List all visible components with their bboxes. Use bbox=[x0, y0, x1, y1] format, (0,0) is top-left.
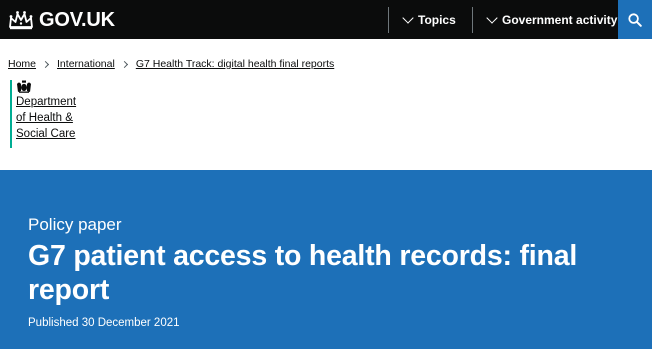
chevron-right-icon bbox=[41, 60, 50, 68]
organisation-name-line[interactable]: Department bbox=[16, 94, 76, 110]
government-activity-label: Government activity bbox=[502, 12, 618, 27]
organisation-logo[interactable]: Department of Health & Social Care bbox=[10, 80, 76, 148]
topics-label: Topics bbox=[418, 12, 456, 27]
site-header: GOV.UK Topics Government activity bbox=[0, 0, 652, 39]
breadcrumb: Home International G7 Health Track: digi… bbox=[8, 57, 334, 71]
government-activity-menu-button[interactable]: Government activity bbox=[486, 0, 618, 39]
document-type: Policy paper bbox=[28, 215, 122, 234]
crown-icon bbox=[9, 11, 33, 30]
nav-divider bbox=[472, 7, 473, 33]
royal-crest-icon bbox=[17, 80, 31, 93]
published-date: Published 30 December 2021 bbox=[28, 317, 180, 329]
search-button[interactable] bbox=[618, 0, 652, 39]
chevron-down-icon bbox=[402, 11, 414, 24]
search-icon bbox=[628, 12, 642, 27]
nav-divider bbox=[388, 7, 389, 33]
breadcrumb-international[interactable]: International bbox=[57, 58, 115, 70]
organisation-name-line[interactable]: of Health & bbox=[16, 110, 76, 126]
topics-menu-button[interactable]: Topics bbox=[402, 0, 456, 39]
breadcrumb-home[interactable]: Home bbox=[8, 58, 36, 70]
chevron-down-icon bbox=[486, 11, 498, 24]
logo-text: GOV.UK bbox=[39, 9, 115, 31]
breadcrumb-g7-health-track[interactable]: G7 Health Track: digital health final re… bbox=[136, 58, 334, 70]
page-title-banner: Policy paper G7 patient access to health… bbox=[0, 170, 652, 349]
govuk-logo-link[interactable]: GOV.UK bbox=[8, 8, 115, 32]
chevron-right-icon bbox=[120, 60, 128, 68]
page-title: G7 patient access to health records: fin… bbox=[28, 240, 578, 306]
organisation-name-line[interactable]: Social Care bbox=[16, 126, 76, 142]
